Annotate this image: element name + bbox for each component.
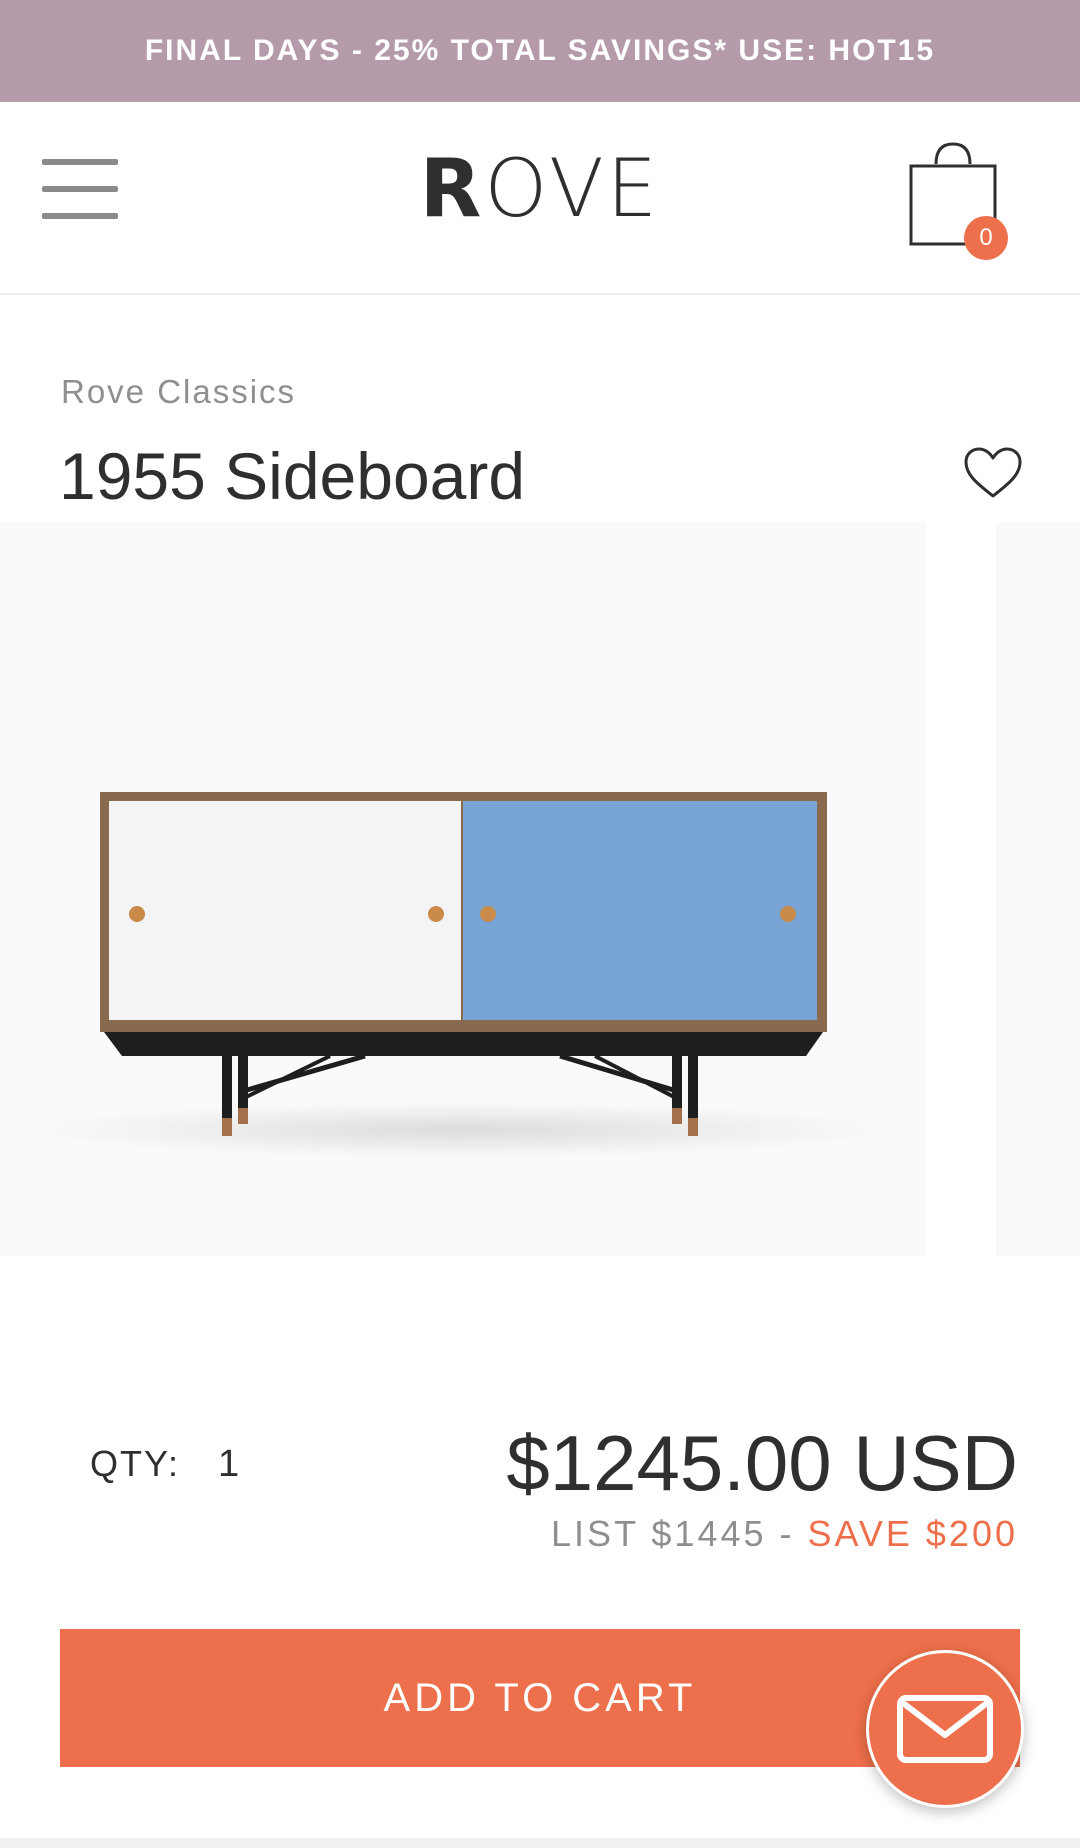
chat-button[interactable]	[866, 1650, 1024, 1808]
heart-icon	[964, 447, 1022, 498]
cart-count-badge: 0	[964, 216, 1008, 260]
product-title: 1955 Sideboard	[59, 439, 526, 513]
site-header: ROVE 0	[0, 102, 1080, 295]
hamburger-icon-line	[42, 186, 118, 192]
promo-text: FINAL DAYS - 25% TOTAL SAVINGS* USE: HOT…	[144, 34, 936, 67]
add-to-cart-label: ADD TO CART	[383, 1675, 697, 1720]
wishlist-button[interactable]	[963, 446, 1023, 500]
hamburger-icon-line	[42, 213, 118, 219]
menu-button[interactable]	[42, 157, 118, 221]
qty-value[interactable]: 1	[218, 1443, 239, 1486]
product-price: $1245.00 USD	[506, 1419, 1018, 1507]
promo-banner[interactable]: FINAL DAYS - 25% TOTAL SAVINGS* USE: HOT…	[0, 0, 1080, 102]
bottom-divider	[0, 1838, 1080, 1848]
envelope-icon	[897, 1695, 993, 1763]
list-price: LIST $1445 -	[551, 1513, 795, 1554]
cart-button[interactable]: 0	[908, 142, 1012, 260]
logo-letter: R	[419, 142, 485, 235]
price-savings-note: LIST $1445 - SAVE $200	[551, 1513, 1018, 1555]
next-product-image-peek[interactable]	[996, 522, 1080, 1256]
save-amount: SAVE $200	[807, 1513, 1018, 1554]
hamburger-icon-line	[42, 159, 118, 165]
logo-text: OVE	[484, 142, 661, 235]
site-logo[interactable]: ROVE	[410, 144, 670, 234]
sideboard-illustration	[30, 792, 890, 1158]
product-brand[interactable]: Rove Classics	[61, 373, 296, 411]
qty-label: QTY:	[90, 1443, 181, 1484]
product-image[interactable]	[0, 522, 926, 1256]
